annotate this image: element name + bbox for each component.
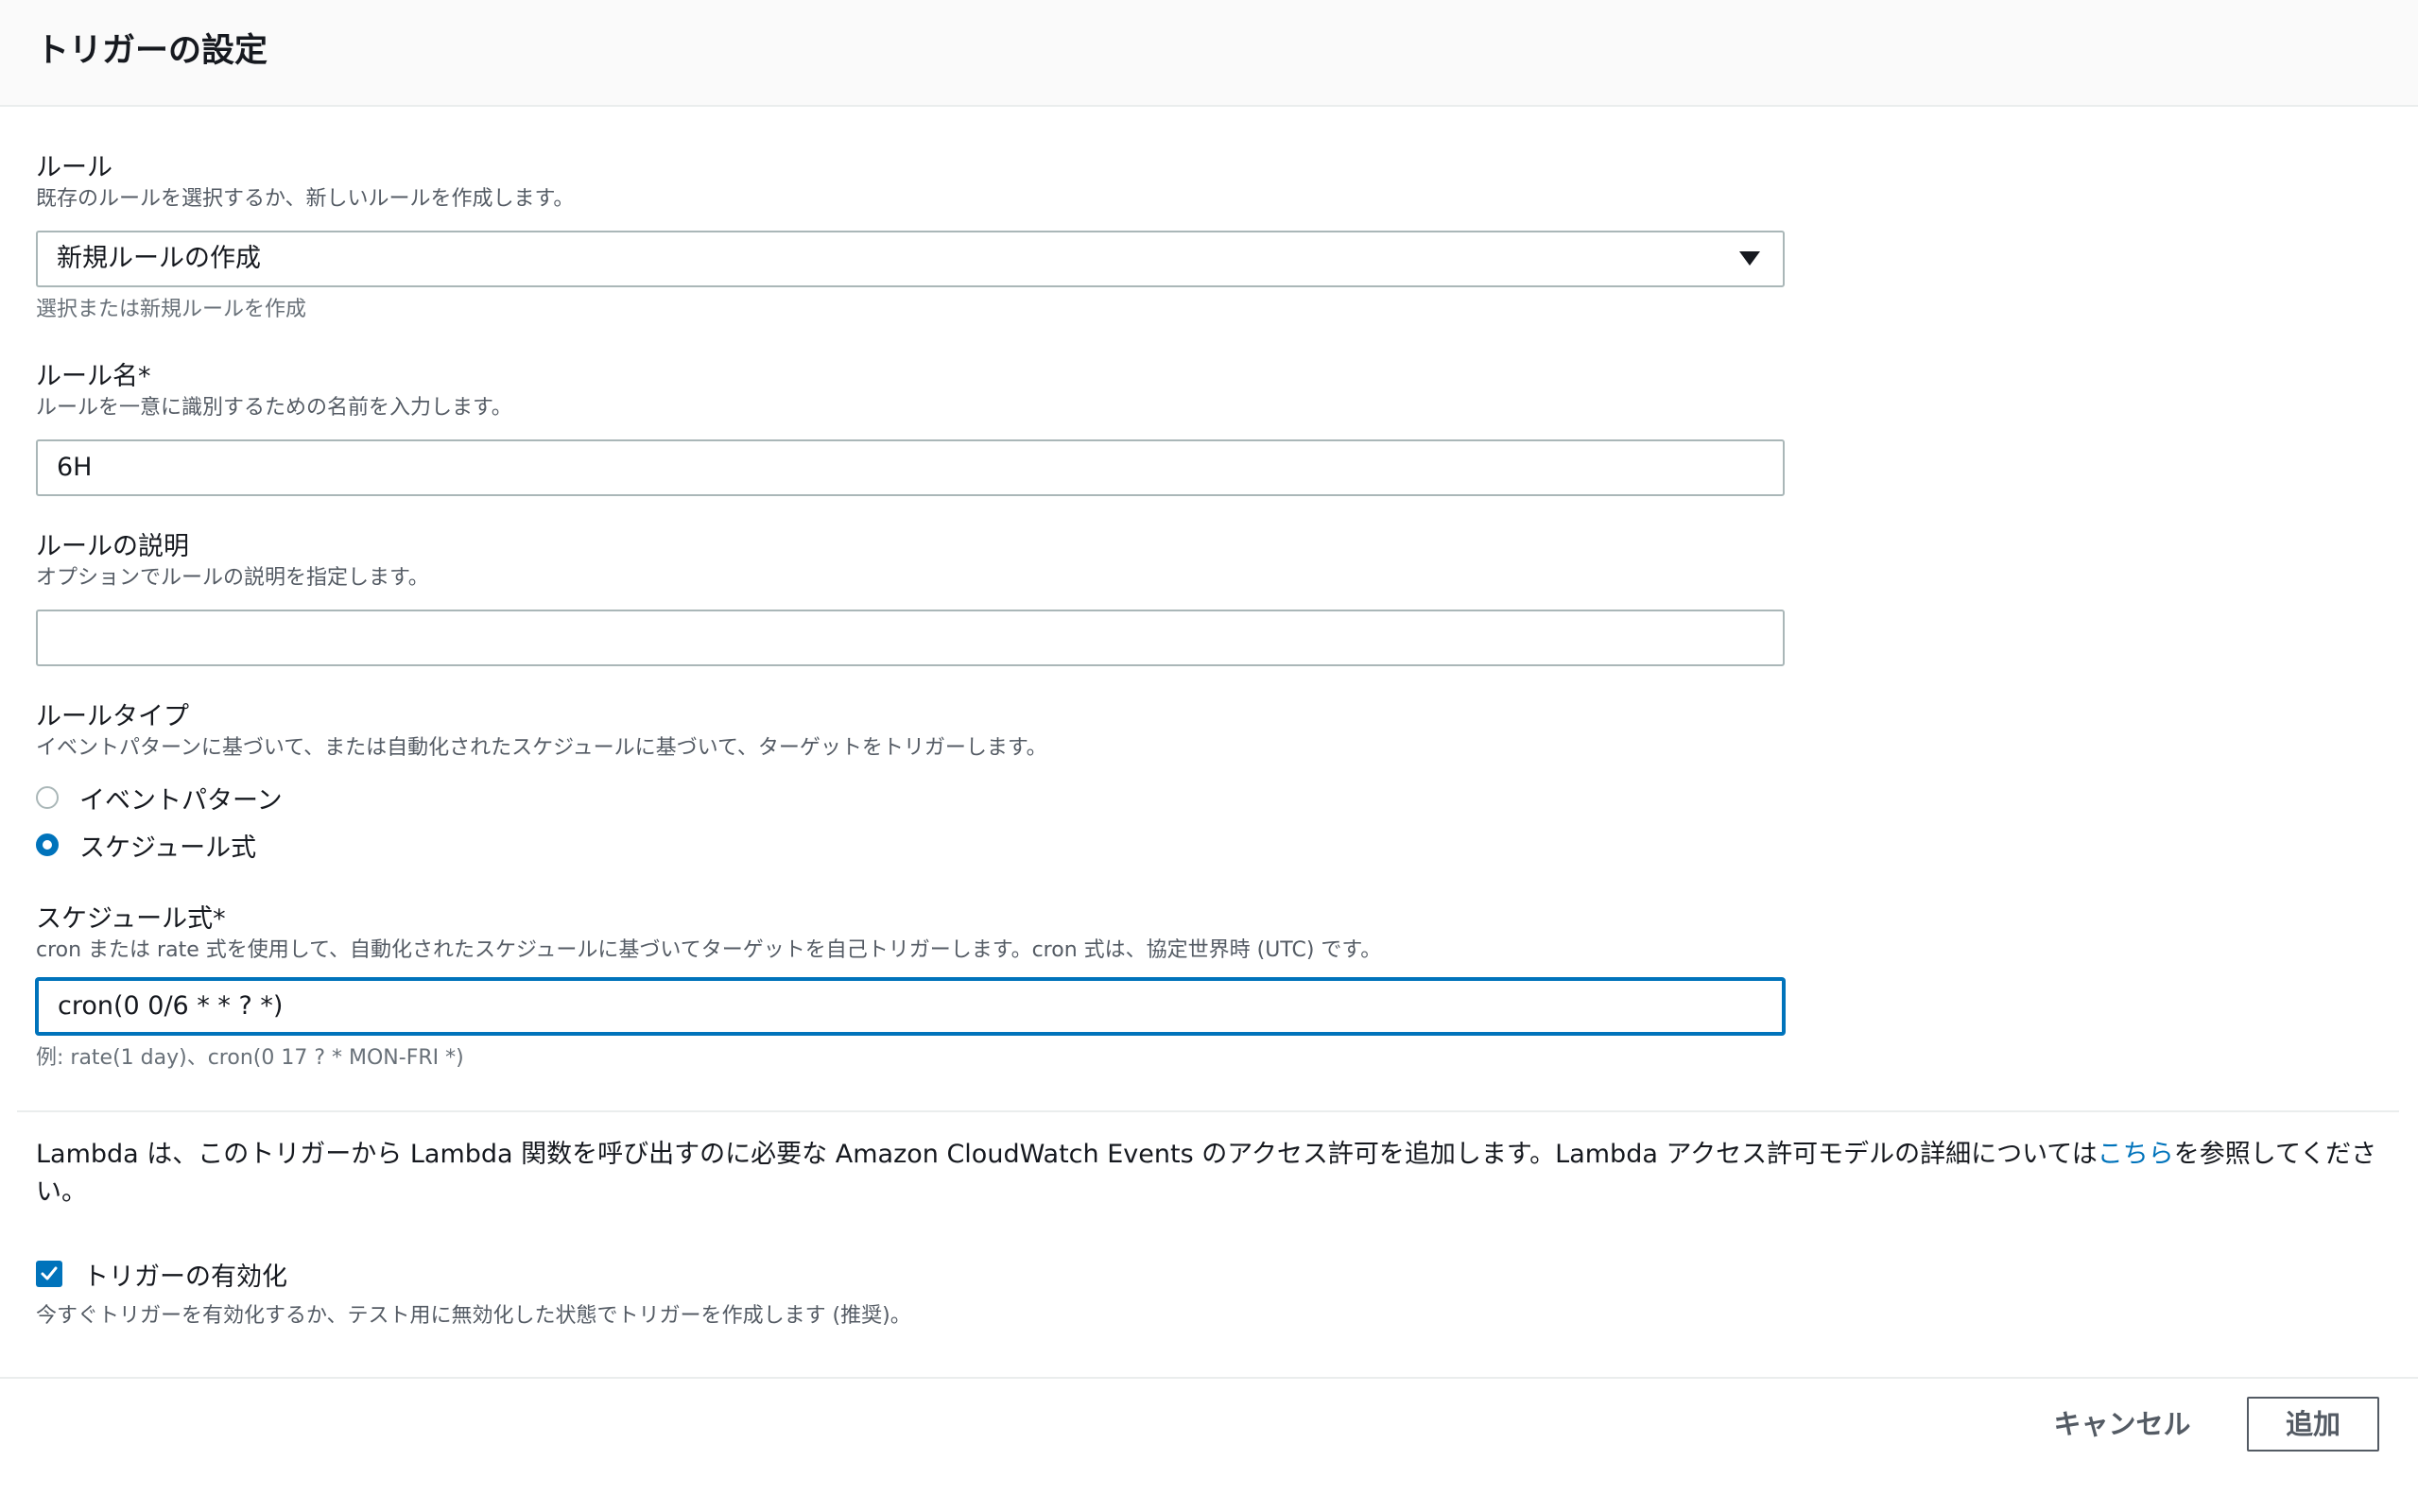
rule-type-field: ルールタイプ イベントパターンに基づいて、または自動化されたスケジュールに基づい… — [36, 700, 1047, 763]
rule-field: ルール 既存のルールを選択するか、新しいルールを作成します。 — [36, 151, 574, 214]
rule-desc-label: ルールの説明 — [36, 532, 189, 561]
rule-description: 既存のルールを選択するか、新しいルールを作成します。 — [36, 187, 575, 211]
trigger-config-page: トリガーの設定 ルール 既存のルールを選択するか、新しいルールを作成します。 新… — [0, 0, 2418, 1512]
checkmark-icon — [41, 1266, 58, 1280]
schedule-description: cron または rate 式を使用して、自動化されたスケジュールに基づいてター… — [36, 938, 1382, 962]
radio-unchecked-icon[interactable] — [36, 786, 59, 809]
rule-select[interactable]: 新規ルールの作成 — [36, 231, 1785, 287]
radio-schedule-expression-label: スケジュール式 — [79, 833, 257, 863]
rule-desc-description: オプションでルールの説明を指定します。 — [36, 566, 429, 590]
checkbox-checked-icon[interactable] — [36, 1261, 62, 1287]
schedule-field: スケジュール式* cron または rate 式を使用して、自動化されたスケジュ… — [36, 902, 1381, 965]
radio-checked-icon[interactable] — [36, 833, 59, 856]
rule-name-input[interactable]: 6H — [36, 439, 1785, 496]
caret-down-icon — [1739, 251, 1760, 266]
schedule-label: スケジュール式* — [36, 904, 226, 934]
radio-event-pattern[interactable]: イベントパターン — [36, 779, 283, 816]
rule-name-value: 6H — [57, 453, 93, 482]
cancel-button[interactable]: キャンセル — [2037, 1397, 2207, 1452]
details-link[interactable]: こちら — [2098, 1140, 2174, 1169]
rule-desc-input[interactable] — [36, 610, 1785, 666]
page-header: トリガーの設定 — [0, 0, 2418, 107]
notice-text-before: Lambda は、このトリガーから Lambda 関数を呼び出すのに必要な Am… — [36, 1140, 2098, 1169]
enable-trigger-description: 今すぐトリガーを有効化するか、テスト用に無効化した状態でトリガーを作成します (… — [36, 1304, 911, 1328]
rule-name-label: ルール名* — [36, 362, 151, 391]
enable-trigger-label: トリガーの有効化 — [83, 1262, 287, 1292]
radio-schedule-expression[interactable]: スケジュール式 — [36, 826, 256, 864]
rule-constraint: 選択または新規ルールを作成 — [36, 298, 307, 321]
section-divider — [17, 1110, 2399, 1112]
permission-notice: Lambda は、このトリガーから Lambda 関数を呼び出すのに必要な Am… — [36, 1136, 2380, 1211]
rule-select-value: 新規ルールの作成 — [57, 244, 261, 273]
schedule-input[interactable]: cron(0 0/6 * * ? *) — [36, 978, 1785, 1035]
rule-name-field: ルール名* ルールを一意に識別するための名前を入力します。 — [36, 360, 512, 422]
enable-trigger-checkbox[interactable]: トリガーの有効化 — [36, 1255, 287, 1293]
rule-type-description: イベントパターンに基づいて、または自動化されたスケジュールに基づいて、ターゲット… — [36, 736, 1047, 760]
radio-event-pattern-label: イベントパターン — [79, 785, 283, 816]
rule-name-description: ルールを一意に識別するための名前を入力します。 — [36, 396, 512, 420]
schedule-example: 例: rate(1 day)、cron(0 17 ? * MON-FRI *) — [36, 1046, 464, 1070]
rule-desc-field: ルールの説明 オプションでルールの説明を指定します。 — [36, 530, 429, 593]
page-title: トリガーの設定 — [36, 32, 268, 70]
rule-type-label: ルールタイプ — [36, 702, 189, 731]
add-button[interactable]: 追加 — [2247, 1397, 2379, 1452]
schedule-value: cron(0 0/6 * * ? *) — [58, 991, 284, 1021]
rule-label: ルール — [36, 153, 112, 182]
footer-divider — [0, 1377, 2418, 1379]
